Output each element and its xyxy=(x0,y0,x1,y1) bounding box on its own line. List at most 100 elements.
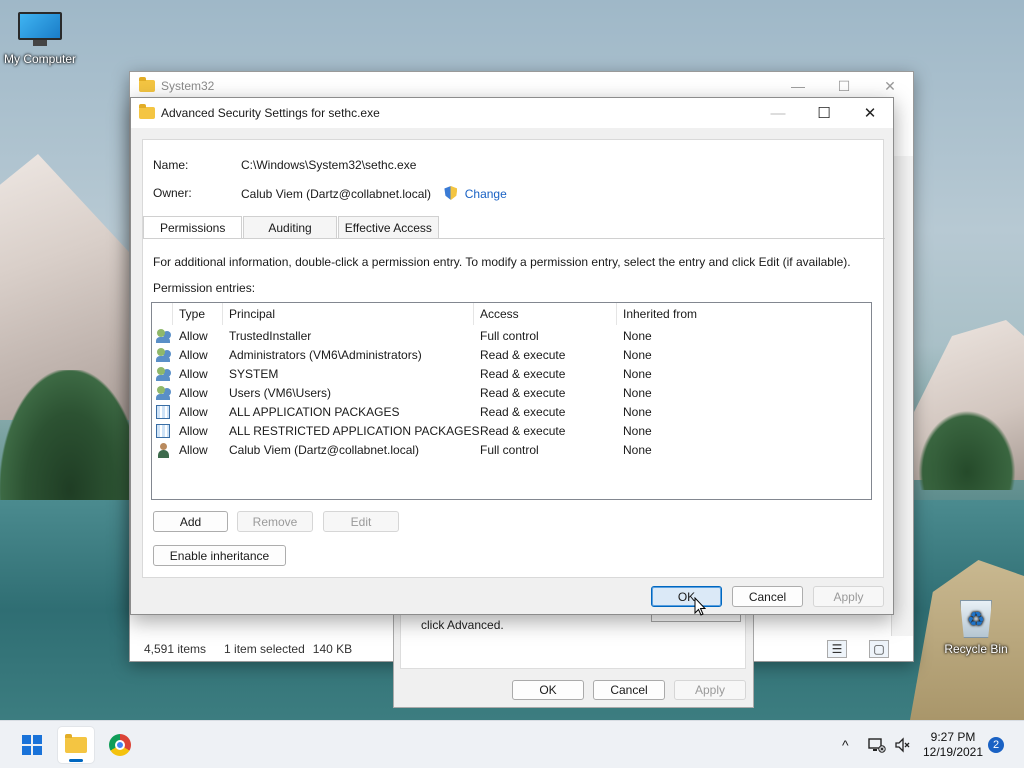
table-row[interactable]: Allow ALL APPLICATION PACKAGES Read & ex… xyxy=(152,403,871,422)
network-status[interactable] xyxy=(868,721,886,768)
dialog-title: Advanced Security Settings for sethc.exe xyxy=(161,106,380,120)
dialog-close-button[interactable]: ✕ xyxy=(847,98,893,128)
dialog-minimize-button[interactable]: — xyxy=(755,98,801,128)
explorer-minimize-button[interactable]: — xyxy=(775,72,821,100)
table-row[interactable]: Allow Calub Viem (Dartz@collabnet.local)… xyxy=(152,441,871,460)
package-icon xyxy=(156,424,170,438)
permission-entries-list[interactable]: Type Principal Access Inherited from All… xyxy=(151,302,872,500)
change-owner-link[interactable]: Change xyxy=(465,187,507,201)
dialog-maximize-button[interactable]: ☐ xyxy=(801,98,847,128)
desktop-icon-recycle-bin[interactable]: Recycle Bin xyxy=(936,600,1016,656)
properties-hint: click Advanced. xyxy=(421,618,504,632)
entry-access: Full control xyxy=(480,329,539,343)
info-text: For additional information, double-click… xyxy=(153,255,851,269)
large-icons-view-icon[interactable]: ▢ xyxy=(869,640,889,658)
wallpaper-trees-right xyxy=(910,400,1024,490)
recycle-bin-icon xyxy=(960,600,992,638)
uac-shield-icon xyxy=(444,186,458,200)
properties-dialog: click Advanced. OK Cancel Apply xyxy=(393,612,754,708)
entry-access: Read & execute xyxy=(480,386,566,400)
clock-time: 9:27 PM xyxy=(930,730,976,744)
tab-strip: Permissions Auditing Effective Access xyxy=(143,216,440,239)
entry-principal: ALL RESTRICTED APPLICATION PACKAGES xyxy=(229,424,480,438)
entry-type: Allow xyxy=(179,443,208,457)
taskbar-file-explorer[interactable] xyxy=(58,727,94,763)
name-label: Name: xyxy=(153,158,189,172)
entry-inherited: None xyxy=(623,348,652,362)
entry-inherited: None xyxy=(623,424,652,438)
desktop-icon-my-computer[interactable]: My Computer xyxy=(0,12,80,66)
tab-auditing[interactable]: Auditing xyxy=(243,216,337,238)
owner-label: Owner: xyxy=(153,186,192,200)
entry-type: Allow xyxy=(179,348,208,362)
table-row[interactable]: Allow Administrators (VM6\Administrators… xyxy=(152,346,871,365)
users-icon xyxy=(156,367,172,381)
package-icon xyxy=(156,405,170,419)
wallpaper-trees xyxy=(0,370,140,520)
tab-permissions[interactable]: Permissions xyxy=(143,216,243,239)
remove-button[interactable]: Remove xyxy=(237,511,313,532)
entry-inherited: None xyxy=(623,386,652,400)
clock-date: 12/19/2021 xyxy=(922,745,984,759)
owner-value: Calub Viem (Dartz@collabnet.local) xyxy=(241,187,432,201)
column-header-inherited[interactable]: Inherited from xyxy=(616,303,697,325)
entry-access: Read & execute xyxy=(480,367,566,381)
explorer-title: System32 xyxy=(161,79,215,93)
permission-entries-label: Permission entries: xyxy=(153,281,256,295)
file-explorer-icon xyxy=(65,734,87,753)
properties-cancel-button[interactable]: Cancel xyxy=(593,680,665,700)
clock[interactable]: 9:27 PM 12/19/2021 xyxy=(918,730,988,760)
entry-inherited: None xyxy=(623,443,652,457)
table-row[interactable]: Allow ALL RESTRICTED APPLICATION PACKAGE… xyxy=(152,422,871,441)
enable-inheritance-button[interactable]: Enable inheritance xyxy=(153,545,286,566)
entry-inherited: None xyxy=(623,329,652,343)
chrome-icon xyxy=(109,734,131,756)
column-header-type[interactable]: Type xyxy=(172,303,205,325)
column-header-principal[interactable]: Principal xyxy=(222,303,275,325)
explorer-file-list-edge xyxy=(891,156,913,636)
folder-icon xyxy=(139,77,155,92)
show-hidden-icons-button[interactable]: ^ xyxy=(842,721,849,768)
entry-principal: Calub Viem (Dartz@collabnet.local) xyxy=(229,443,420,457)
entry-inherited: None xyxy=(623,405,652,419)
taskbar: ^ 9:27 PM 12/19/2021 2 xyxy=(0,720,1024,768)
item-count: 4,591 items xyxy=(144,642,207,656)
table-row[interactable]: Allow TrustedInstaller Full control None xyxy=(152,327,871,346)
properties-ok-button[interactable]: OK xyxy=(512,680,584,700)
volume-status[interactable] xyxy=(894,721,910,768)
taskbar-chrome[interactable] xyxy=(102,727,138,763)
notification-badge[interactable]: 2 xyxy=(988,737,1004,753)
properties-apply-button[interactable]: Apply xyxy=(674,680,746,700)
name-value: C:\Windows\System32\sethc.exe xyxy=(241,158,417,172)
details-view-icon[interactable]: ☰ xyxy=(827,640,847,658)
windows-start-icon xyxy=(22,735,42,755)
apply-button[interactable]: Apply xyxy=(813,586,884,607)
start-button[interactable] xyxy=(14,727,50,763)
entry-type: Allow xyxy=(179,367,208,381)
entry-principal: Administrators (VM6\Administrators) xyxy=(229,348,422,362)
add-button[interactable]: Add xyxy=(153,511,228,532)
entry-type: Allow xyxy=(179,329,208,343)
tab-effective-access[interactable]: Effective Access xyxy=(337,216,439,238)
ok-button[interactable]: OK xyxy=(651,586,722,607)
entry-access: Read & execute xyxy=(480,405,566,419)
entry-access: Read & execute xyxy=(480,424,566,438)
entry-access: Read & execute xyxy=(480,348,566,362)
tab-divider xyxy=(143,238,885,239)
cancel-button[interactable]: Cancel xyxy=(732,586,803,607)
advanced-security-dialog: Advanced Security Settings for sethc.exe… xyxy=(130,97,894,615)
column-header-access[interactable]: Access xyxy=(473,303,519,325)
edit-button[interactable]: Edit xyxy=(323,511,399,532)
explorer-maximize-button[interactable]: ☐ xyxy=(821,72,867,100)
table-row[interactable]: Allow Users (VM6\Users) Read & execute N… xyxy=(152,384,871,403)
entry-principal: TrustedInstaller xyxy=(229,329,312,343)
users-icon xyxy=(156,329,172,343)
network-icon xyxy=(868,738,886,753)
desktop-icon-label: My Computer xyxy=(3,52,77,66)
table-row[interactable]: Allow SYSTEM Read & execute None xyxy=(152,365,871,384)
monitor-icon xyxy=(18,12,62,46)
selection-size: 140 KB xyxy=(312,642,353,656)
owner-row: Calub Viem (Dartz@collabnet.local) Chang… xyxy=(241,186,507,201)
entry-principal: SYSTEM xyxy=(229,367,279,381)
explorer-close-button[interactable]: ✕ xyxy=(867,72,913,100)
